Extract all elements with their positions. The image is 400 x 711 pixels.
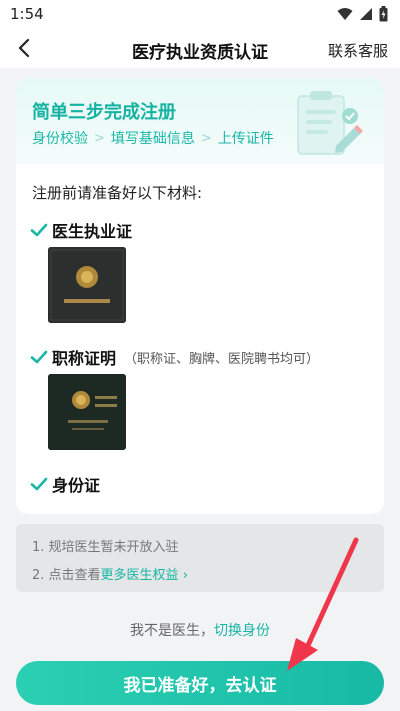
checkmark-icon xyxy=(30,223,48,237)
status-icons xyxy=(337,6,388,22)
more-benefits-link[interactable]: 更多医生权益 › xyxy=(101,568,188,583)
title-certificate-photo xyxy=(48,374,126,450)
material-label: 职称证明 xyxy=(52,349,117,368)
material-note: （职称证、胸牌、医院聘书均可） xyxy=(124,351,320,367)
wifi-icon xyxy=(337,8,353,20)
checkmark-icon xyxy=(30,350,48,364)
status-time: 1:54 xyxy=(10,5,44,23)
step-separator: > xyxy=(94,130,105,146)
step-separator: > xyxy=(200,130,212,146)
notice-prefix: 2. 点击查看 xyxy=(32,568,101,583)
steps-banner: 简单三步完成注册 身份校验 > 填写基础信息 > 上传证件 xyxy=(16,78,384,164)
checkmark-icon xyxy=(30,477,48,491)
contact-service-link[interactable]: 联系客服 xyxy=(328,40,388,61)
chevron-right-icon: › xyxy=(182,568,188,583)
notice-line: 1. 规培医生暂未开放入驻 xyxy=(32,540,179,555)
start-verification-label: 我已准备好，去认证 xyxy=(123,675,277,696)
battery-icon xyxy=(379,6,388,22)
status-bar: 1:54 xyxy=(0,0,400,30)
material-label: 身份证 xyxy=(52,476,101,495)
materials-intro: 注册前请准备好以下材料: xyxy=(32,184,203,202)
start-verification-button[interactable]: 我已准备好，去认证 xyxy=(16,661,384,705)
notice-line: 2. 点击查看更多医生权益 › xyxy=(32,564,188,583)
step-basic-info: 填写基础信息 xyxy=(110,131,195,147)
banner-title: 简单三步完成注册 xyxy=(32,102,176,123)
more-benefits-label: 更多医生权益 xyxy=(100,568,179,583)
clipboard-pencil-illustration xyxy=(297,91,363,155)
notice-box: 1. 规培医生暂未开放入驻 2. 点击查看更多医生权益 › xyxy=(16,524,384,592)
switch-identity-row: 我不是医生，切换身份 xyxy=(0,620,400,640)
switch-identity-link[interactable]: 切换身份 xyxy=(214,623,270,639)
material-item: 职称证明 （职称证、胸牌、医院聘书均可） xyxy=(30,345,319,369)
signal-icon xyxy=(360,8,372,20)
switch-identity-prefix: 我不是医生， xyxy=(130,623,214,639)
material-label: 医生执业证 xyxy=(52,222,133,241)
step-identity: 身份校验 xyxy=(32,131,88,147)
banner-steps: 身份校验 > 填写基础信息 > 上传证件 xyxy=(32,128,274,148)
step-upload: 上传证件 xyxy=(217,131,274,147)
nav-bar: 医疗执业资质认证 联系客服 xyxy=(0,30,400,68)
material-item: 身份证 xyxy=(30,472,100,496)
doctor-license-photo xyxy=(48,247,126,323)
materials-card: 简单三步完成注册 身份校验 > 填写基础信息 > 上传证件 注册前请准备好以下材… xyxy=(16,78,384,514)
material-item: 医生执业证 xyxy=(30,218,132,242)
